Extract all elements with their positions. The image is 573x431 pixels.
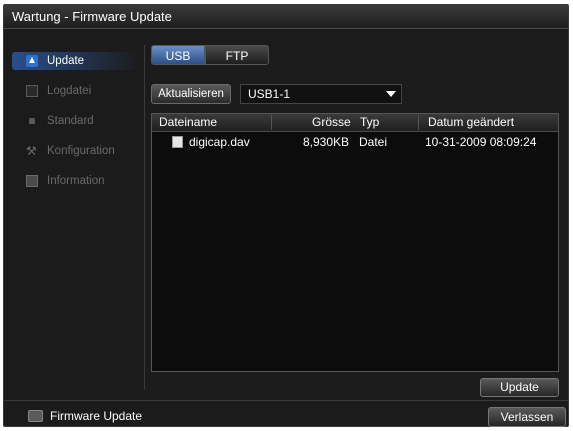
firmware-icon	[28, 410, 43, 422]
sidebar: Update Logdatei Standard ⚒ Konfiguration…	[10, 45, 142, 390]
sidebar-item-standard[interactable]: Standard	[10, 110, 142, 132]
device-select-value: USB1-1	[248, 87, 291, 101]
update-icon	[26, 55, 38, 67]
default-icon	[29, 118, 35, 124]
sidebar-item-label: Standard	[47, 115, 94, 127]
info-icon	[26, 175, 38, 187]
tab-usb[interactable]: USB	[151, 45, 205, 65]
log-icon	[26, 85, 38, 97]
footer-label-text: Firmware Update	[50, 409, 143, 423]
sidebar-item-label: Konfiguration	[47, 145, 115, 157]
file-list: Dateiname Grösse Typ Datum geändert digi…	[151, 113, 559, 372]
file-date: 10-31-2009 08:09:24	[425, 135, 537, 149]
column-header-name[interactable]: Dateiname	[159, 114, 217, 131]
wrench-icon: ⚒	[26, 144, 37, 158]
source-tabs: USB FTP	[151, 45, 269, 65]
update-button[interactable]: Update	[480, 378, 559, 397]
sidebar-item-label: Update	[47, 55, 85, 67]
device-select[interactable]: USB1-1	[240, 84, 402, 104]
tab-ftp[interactable]: FTP	[205, 45, 269, 65]
sidebar-item-label: Logdatei	[47, 85, 92, 97]
sidebar-item-information[interactable]: Information	[10, 170, 142, 192]
column-header-size[interactable]: Grösse	[312, 114, 351, 131]
refresh-button[interactable]: Aktualisieren	[151, 84, 231, 104]
file-icon	[172, 136, 183, 148]
file-size: 8,930KB	[303, 135, 350, 149]
column-header-type[interactable]: Typ	[360, 114, 379, 131]
sidebar-item-konfiguration[interactable]: ⚒ Konfiguration	[10, 140, 142, 162]
exit-button[interactable]: Verlassen	[488, 407, 566, 427]
chevron-down-icon[interactable]	[384, 88, 398, 100]
column-separator	[271, 115, 272, 130]
footer-divider	[4, 400, 568, 401]
window-title: Wartung - Firmware Update	[4, 5, 568, 29]
table-row[interactable]: digicap.dav 8,930KB Datei 10-31-2009 08:…	[152, 133, 558, 151]
sidebar-item-label: Information	[47, 175, 105, 187]
column-header-date[interactable]: Datum geändert	[428, 114, 514, 131]
firmware-update-window: Wartung - Firmware Update Update Logdate…	[3, 4, 569, 427]
file-list-header: Dateiname Grösse Typ Datum geändert	[152, 114, 558, 132]
column-separator	[418, 115, 419, 130]
file-name: digicap.dav	[189, 135, 250, 149]
sidebar-item-logdatei[interactable]: Logdatei	[10, 80, 142, 102]
sidebar-divider	[144, 45, 145, 390]
file-type: Datei	[359, 135, 388, 149]
sidebar-item-update[interactable]: Update	[10, 50, 142, 72]
